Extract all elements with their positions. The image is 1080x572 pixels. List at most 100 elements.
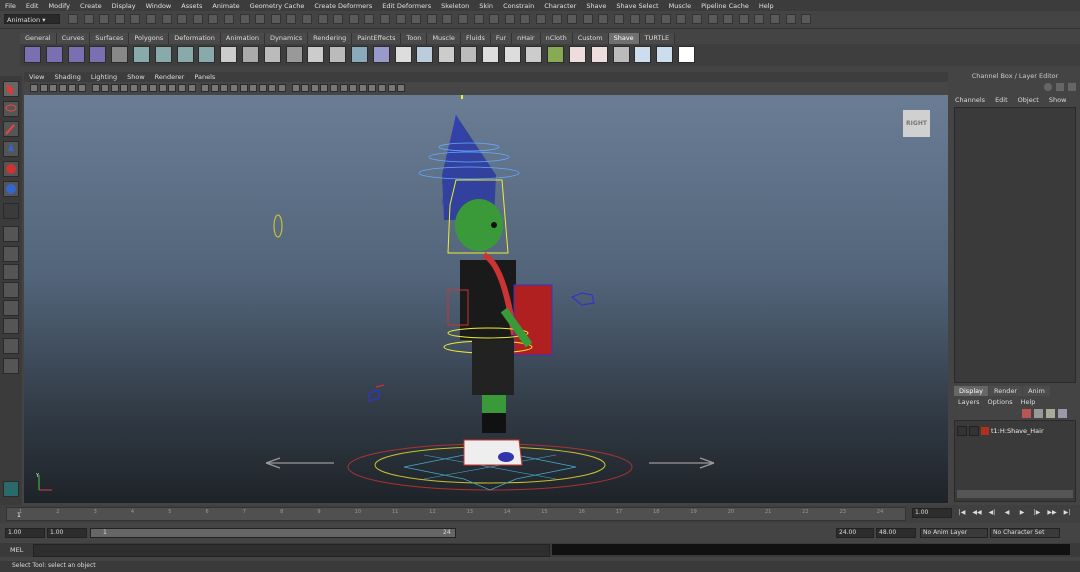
- viewport-tool-icon[interactable]: [187, 84, 196, 92]
- playback-button-1-icon[interactable]: ◀◀: [971, 509, 983, 516]
- layout-single-icon[interactable]: [3, 226, 19, 242]
- shelf-tool-icon[interactable]: [307, 46, 325, 63]
- tab-turtle[interactable]: TURTLE: [639, 33, 676, 44]
- view-cube[interactable]: RIGHT: [903, 110, 930, 137]
- status-tool-icon[interactable]: [224, 14, 234, 24]
- viewport-menu-lighting[interactable]: Lighting: [86, 73, 122, 81]
- status-tool-icon[interactable]: [192, 14, 203, 24]
- tab-deformation[interactable]: Deformation: [169, 33, 221, 44]
- status-tool-icon[interactable]: [255, 14, 266, 24]
- layer-color-swatch[interactable]: [981, 427, 989, 435]
- viewport-tool-icon[interactable]: [278, 84, 286, 92]
- shelf-tool-icon[interactable]: [285, 46, 303, 63]
- layout-hypershade-icon[interactable]: [3, 338, 19, 354]
- scale-tool-icon[interactable]: [3, 181, 19, 197]
- viewport-tool-icon[interactable]: [258, 84, 267, 92]
- layout-graph-icon[interactable]: [3, 300, 19, 316]
- menu-create-deformers[interactable]: Create Deformers: [309, 2, 377, 10]
- status-tool-icon[interactable]: [770, 14, 780, 24]
- viewport-tool-icon[interactable]: [349, 84, 358, 92]
- status-tool-icon[interactable]: [114, 14, 125, 24]
- viewport-tool-icon[interactable]: [210, 84, 219, 92]
- status-tool-icon[interactable]: [161, 14, 172, 24]
- menu-display[interactable]: Display: [107, 2, 141, 10]
- layout-two-icon[interactable]: [3, 264, 19, 280]
- current-time-field[interactable]: 1.00: [912, 508, 952, 518]
- new-layer-icon[interactable]: [1022, 409, 1031, 418]
- menu-file[interactable]: File: [0, 2, 21, 10]
- viewport-tool-icon[interactable]: [149, 84, 158, 92]
- range-slider-bar[interactable]: 1 24: [90, 528, 456, 538]
- time-slider[interactable]: 1 1 2 3 4 5 6 7 8 9 10 11 12 13 14 15 16 17 18 19 20 21 22 23 2…: [0, 505, 1080, 523]
- viewport-tool-icon[interactable]: [178, 84, 186, 92]
- status-tool-icon[interactable]: [489, 14, 500, 24]
- layer-playback-toggle[interactable]: [969, 426, 979, 436]
- shave-hair-icon[interactable]: [3, 481, 19, 497]
- layout-outliner-icon[interactable]: [3, 318, 19, 334]
- status-tool-icon[interactable]: [738, 14, 749, 24]
- playback-button-2-icon[interactable]: ◀|: [986, 509, 998, 516]
- viewport-3d[interactable]: Y RIGHT: [24, 95, 948, 503]
- status-tool-icon[interactable]: [707, 14, 718, 24]
- playback-button-0-icon[interactable]: |◀: [956, 509, 968, 516]
- tab-ncloth[interactable]: nCloth: [540, 33, 573, 44]
- shelf-tool-icon[interactable]: [111, 46, 129, 63]
- tab-rendering[interactable]: Rendering: [308, 33, 353, 44]
- status-tool-icon[interactable]: [130, 14, 141, 24]
- shelf-tool-icon[interactable]: [198, 46, 216, 63]
- shelf-tool-icon[interactable]: [89, 46, 107, 63]
- viewport-menu-panels[interactable]: Panels: [189, 73, 220, 81]
- viewport-tool-icon[interactable]: [220, 84, 229, 92]
- viewport-tool-icon[interactable]: [239, 84, 248, 92]
- status-tool-icon[interactable]: [723, 14, 734, 24]
- shelf-tool-icon[interactable]: [154, 46, 172, 63]
- playback-button-3-icon[interactable]: ◀: [1001, 509, 1013, 516]
- status-tool-icon[interactable]: [333, 14, 344, 24]
- shelf-tool-icon[interactable]: [547, 46, 565, 63]
- viewport-tool-icon[interactable]: [339, 84, 348, 92]
- move-tool-icon[interactable]: [3, 141, 19, 157]
- status-tool-icon[interactable]: [426, 14, 437, 24]
- layer-name[interactable]: t1:H:Shave_Hair: [991, 427, 1044, 435]
- status-tool-icon[interactable]: [99, 14, 110, 24]
- viewport-tool-icon[interactable]: [201, 84, 210, 92]
- viewport-tool-icon[interactable]: [58, 84, 67, 92]
- channel-menu-edit[interactable]: Edit: [990, 96, 1013, 106]
- tab-fur[interactable]: Fur: [490, 33, 513, 44]
- tab-dynamics[interactable]: Dynamics: [265, 33, 309, 44]
- status-tool-icon[interactable]: [598, 14, 609, 24]
- help-icon[interactable]: [1044, 83, 1052, 91]
- viewport-tool-icon[interactable]: [30, 84, 38, 92]
- status-tool-icon[interactable]: [645, 14, 656, 24]
- menu-shave[interactable]: Shave: [581, 2, 611, 10]
- channel-box-list[interactable]: [954, 107, 1076, 383]
- menu-constrain[interactable]: Constrain: [498, 2, 539, 10]
- viewport-tool-icon[interactable]: [320, 84, 329, 92]
- status-tool-icon[interactable]: [692, 14, 702, 24]
- shelf-tool-icon[interactable]: [220, 46, 238, 63]
- move-layer-up-icon[interactable]: [1046, 409, 1055, 418]
- tab-muscle[interactable]: Muscle: [427, 33, 461, 44]
- layer-row[interactable]: t1:H:Shave_Hair: [957, 426, 1073, 436]
- tab-polygons[interactable]: Polygons: [129, 33, 170, 44]
- viewport-tool-icon[interactable]: [378, 84, 386, 92]
- viewport-tool-icon[interactable]: [387, 84, 396, 92]
- shelf-tool-icon[interactable]: [372, 46, 390, 63]
- menu-help[interactable]: Help: [754, 2, 779, 10]
- shelf-tool-icon[interactable]: [481, 46, 499, 63]
- time-slider-track[interactable]: 1 1 2 3 4 5 6 7 8 9 10 11 12 13 14 15 16 17 18 19 20 21 22 23 2…: [6, 507, 906, 521]
- layer-menu-options[interactable]: Options: [984, 398, 1017, 406]
- shelf-tool-icon[interactable]: [45, 46, 63, 63]
- viewport-menu-renderer[interactable]: Renderer: [150, 73, 190, 81]
- status-tool-icon[interactable]: [68, 14, 78, 24]
- viewport-tool-icon[interactable]: [168, 84, 177, 92]
- tab-surfaces[interactable]: Surfaces: [90, 33, 130, 44]
- tab-curves[interactable]: Curves: [56, 33, 91, 44]
- playback-button-6-icon[interactable]: ▶▶: [1046, 509, 1058, 516]
- status-tool-icon[interactable]: [582, 14, 593, 24]
- shelf-tool-icon[interactable]: [416, 46, 434, 63]
- viewport-tool-icon[interactable]: [120, 84, 129, 92]
- status-tool-icon[interactable]: [567, 14, 578, 24]
- shelf-tool-icon[interactable]: [351, 46, 368, 63]
- playback-button-4-icon[interactable]: ▶: [1016, 509, 1028, 516]
